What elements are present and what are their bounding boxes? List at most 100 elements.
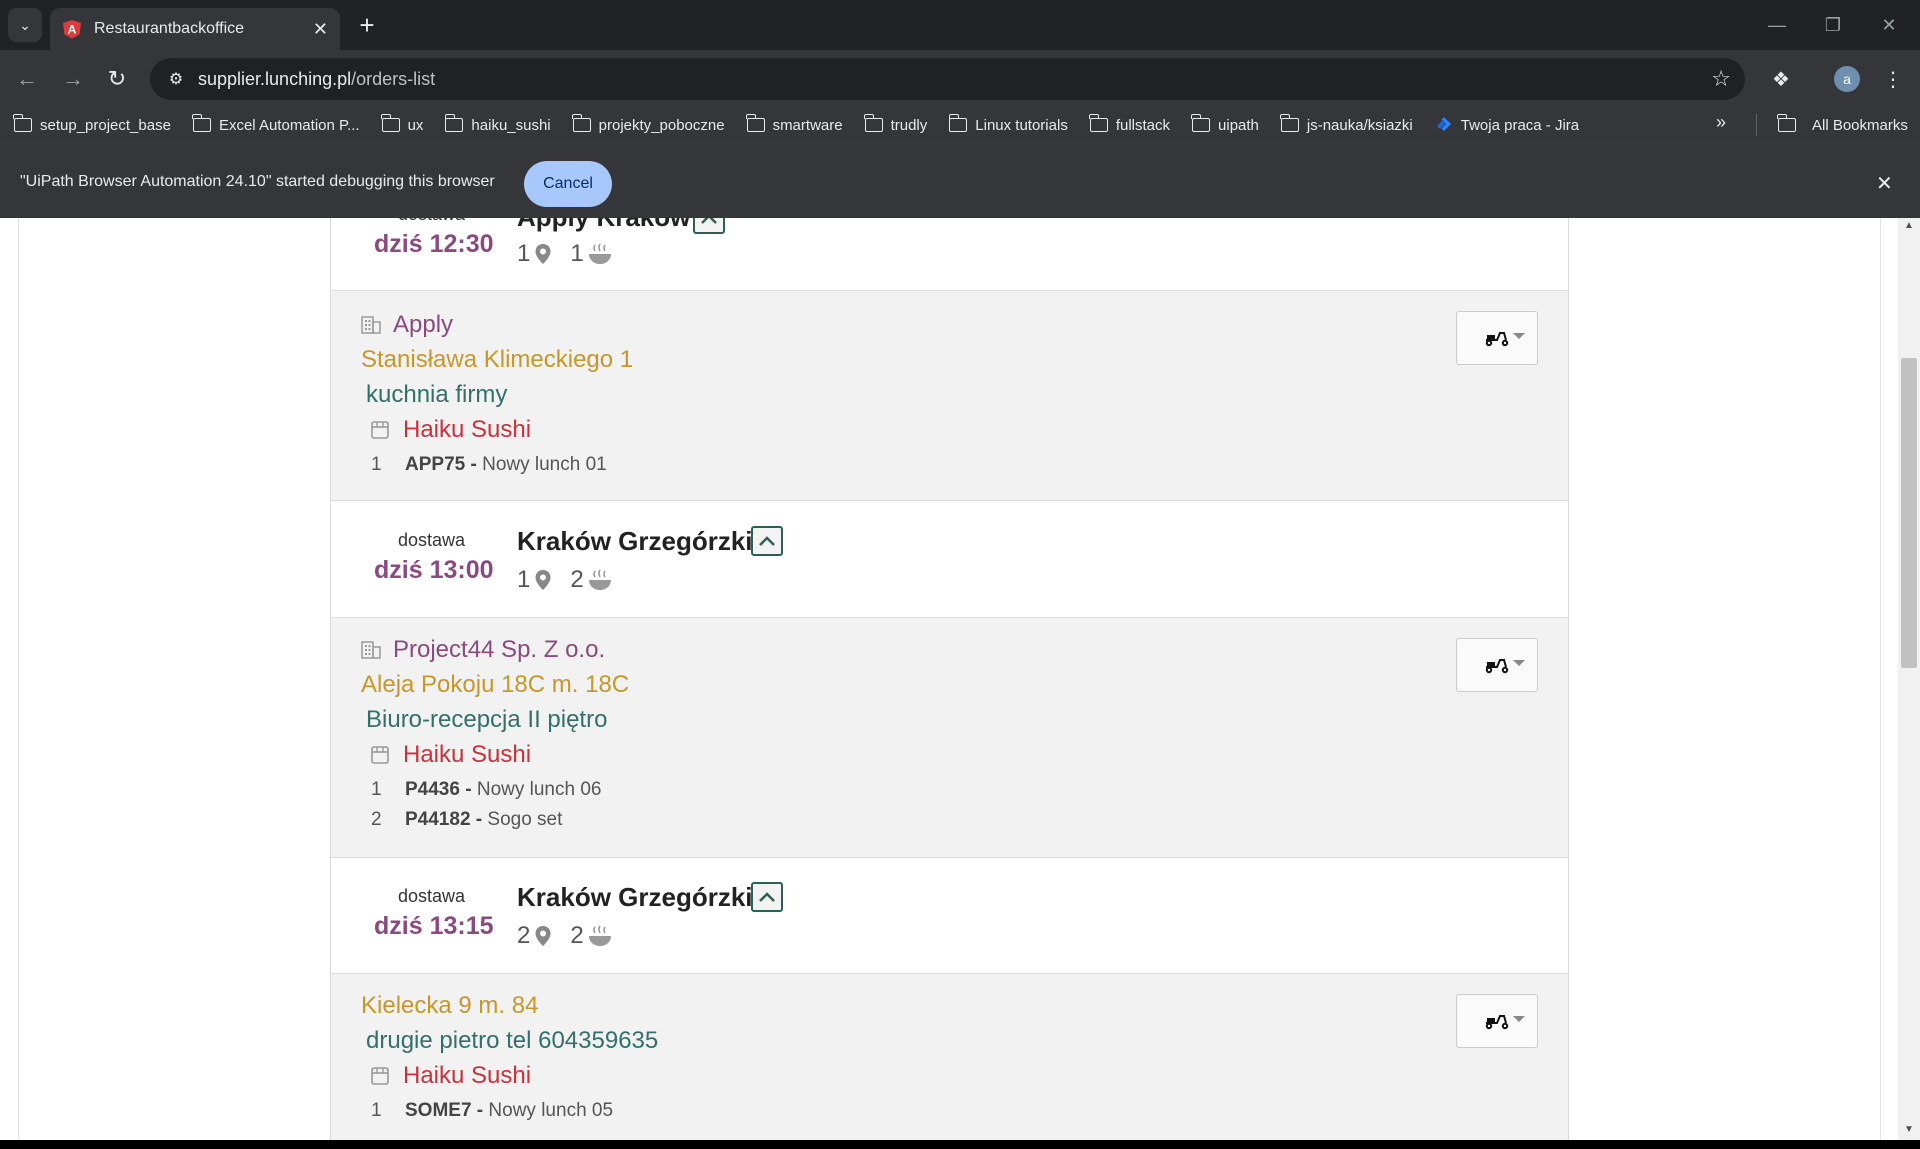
folder-icon	[1089, 114, 1108, 132]
item-name: Nowy lunch 06	[476, 779, 602, 800]
page-scrollbar[interactable]: ▲ ▼	[1898, 218, 1920, 1140]
order-card: Apply Stanisława Klimeckiego 1 kuchnia f…	[331, 291, 1568, 501]
forward-icon[interactable]: →	[58, 64, 88, 94]
dropdown-caret-icon	[1513, 1016, 1525, 1022]
bookmark-item[interactable]: Linux tutorials	[948, 114, 1068, 134]
tab-close-icon[interactable]: ✕	[313, 19, 328, 40]
order-note: Biuro-recepcja II piętro	[366, 706, 608, 733]
address-bar[interactable]: ⚙ supplier.lunching.pl/orders-list ☆	[150, 58, 1745, 100]
restore-icon[interactable]: ❐	[1808, 10, 1858, 40]
folder-icon	[863, 114, 883, 132]
building-icon	[361, 316, 381, 334]
reload-icon[interactable]: ↻	[102, 64, 132, 94]
orders-list: dostawa dziś 12:30 Apply Kraków 1 1 Appl…	[330, 218, 1569, 1140]
bookmark-item[interactable]: Excel Automation P...	[192, 114, 360, 134]
item-qty: 2	[371, 809, 382, 830]
left-border	[18, 218, 19, 1140]
group-counts: 1 2	[517, 566, 612, 594]
store-icon	[371, 421, 389, 439]
collapse-toggle-icon[interactable]	[751, 882, 783, 912]
profile-avatar[interactable]: a	[1834, 66, 1860, 92]
order-restaurant: Haiku Sushi	[371, 1062, 531, 1090]
item-qty: 1	[371, 779, 382, 800]
folder-icon	[948, 114, 968, 132]
order-note: drugie pietro tel 604359635	[366, 1027, 659, 1054]
more-bookmarks-icon[interactable]: »	[1716, 112, 1726, 133]
url-text: supplier.lunching.pl/orders-list	[198, 68, 436, 89]
scroll-up-icon[interactable]: ▲	[1904, 220, 1914, 231]
tab-title: Restaurantbackoffice	[94, 20, 245, 37]
courier-select-button[interactable]	[1456, 638, 1538, 692]
collapse-toggle-icon[interactable]	[693, 218, 725, 234]
delivery-label: dostawa	[398, 530, 466, 550]
restaurant-name: Haiku Sushi	[403, 416, 532, 443]
cancel-button[interactable]: Cancel	[524, 161, 612, 207]
bookmark-item[interactable]: haiku_sushi	[444, 114, 551, 134]
company-name: Project44 Sp. Z o.o.	[393, 636, 606, 663]
bookmark-item[interactable]: fullstack	[1089, 114, 1170, 134]
item-qty: 1	[371, 454, 382, 475]
item-code: P44182	[405, 809, 471, 830]
dropdown-caret-icon	[1513, 660, 1525, 666]
meal-bowl-icon	[588, 925, 611, 946]
delivery-zone: Kraków Grzegórzki	[517, 526, 753, 556]
order-item: 2 P44182 - Sogo set	[371, 809, 563, 830]
order-restaurant: Haiku Sushi	[371, 741, 531, 769]
delivery-time: dziś 12:30	[374, 230, 494, 258]
bookmarks-divider	[1756, 114, 1757, 136]
location-pin-icon	[535, 244, 551, 264]
item-qty: 1	[371, 1100, 382, 1121]
location-pin-icon	[535, 570, 551, 590]
bookmark-item[interactable]: uipath	[1191, 114, 1259, 134]
title-bar: ⌄ A Restaurantbackoffice ✕ + — ❐ ✕	[0, 0, 1920, 50]
bookmark-item[interactable]: smartware	[745, 114, 843, 134]
infobar-close-icon[interactable]: ✕	[1876, 171, 1893, 196]
delivery-time: dziś 13:15	[374, 912, 494, 940]
courier-select-button[interactable]	[1456, 311, 1538, 365]
collapse-toggle-icon[interactable]	[751, 526, 783, 556]
bookmark-item[interactable]: setup_project_base	[13, 114, 171, 134]
delivery-label: dostawa	[398, 886, 466, 906]
courier-select-button[interactable]	[1456, 994, 1538, 1048]
minimize-icon[interactable]: —	[1752, 10, 1802, 40]
scrollbar-thumb[interactable]	[1901, 358, 1917, 668]
item-code: P4436	[405, 779, 460, 800]
bookmark-item[interactable]: js-nauka/ksiazki	[1280, 114, 1413, 134]
bookmark-star-icon[interactable]: ☆	[1711, 66, 1731, 92]
order-card: Project44 Sp. Z o.o. Aleja Pokoju 18C m.…	[331, 618, 1568, 858]
folder-icon	[380, 114, 400, 132]
infobar-message: "UiPath Browser Automation 24.10" starte…	[20, 173, 495, 190]
tab-search-chevron-icon[interactable]: ⌄	[8, 8, 42, 42]
bookmark-item[interactable]: projekty_poboczne	[572, 114, 725, 134]
page-content: dostawa dziś 12:30 Apply Kraków 1 1 Appl…	[0, 218, 1920, 1140]
order-company: Apply	[361, 311, 453, 339]
store-icon	[371, 746, 389, 764]
all-bookmarks[interactable]: All Bookmarks	[1777, 108, 1908, 142]
restaurant-name: Haiku Sushi	[403, 741, 532, 768]
order-note: kuchnia firmy	[366, 381, 508, 408]
order-address: Stanisława Klimeckiego 1	[361, 346, 634, 373]
scooter-icon	[1485, 659, 1509, 674]
folder-icon	[1777, 114, 1796, 132]
window-close-icon[interactable]: ✕	[1864, 10, 1914, 40]
new-tab-icon[interactable]: +	[352, 10, 382, 40]
scroll-down-icon[interactable]: ▼	[1904, 1124, 1914, 1135]
order-address: Kielecka 9 m. 84	[361, 992, 539, 1019]
bookmark-item[interactable]: ux	[380, 114, 423, 134]
company-name: Apply	[393, 311, 454, 338]
meal-bowl-icon	[588, 243, 611, 264]
location-count: 1	[517, 566, 531, 593]
order-company: Project44 Sp. Z o.o.	[361, 636, 605, 664]
item-code: APP75	[405, 454, 466, 475]
bookmark-item-jira[interactable]: Twoja praca - Jira	[1435, 116, 1579, 134]
menu-kebab-icon[interactable]: ⋮	[1878, 64, 1908, 94]
tab-active[interactable]: A Restaurantbackoffice ✕	[50, 8, 340, 50]
meal-count: 2	[570, 566, 584, 593]
item-code: SOME7	[405, 1100, 472, 1121]
dropdown-caret-icon	[1513, 333, 1525, 339]
order-item: 1 P4436 - Nowy lunch 06	[371, 779, 602, 800]
bookmark-item[interactable]: trudly	[863, 114, 927, 134]
site-settings-icon[interactable]: ⚙	[164, 67, 188, 91]
back-icon[interactable]: ←	[12, 64, 42, 94]
extensions-icon[interactable]: ❖	[1766, 64, 1796, 94]
